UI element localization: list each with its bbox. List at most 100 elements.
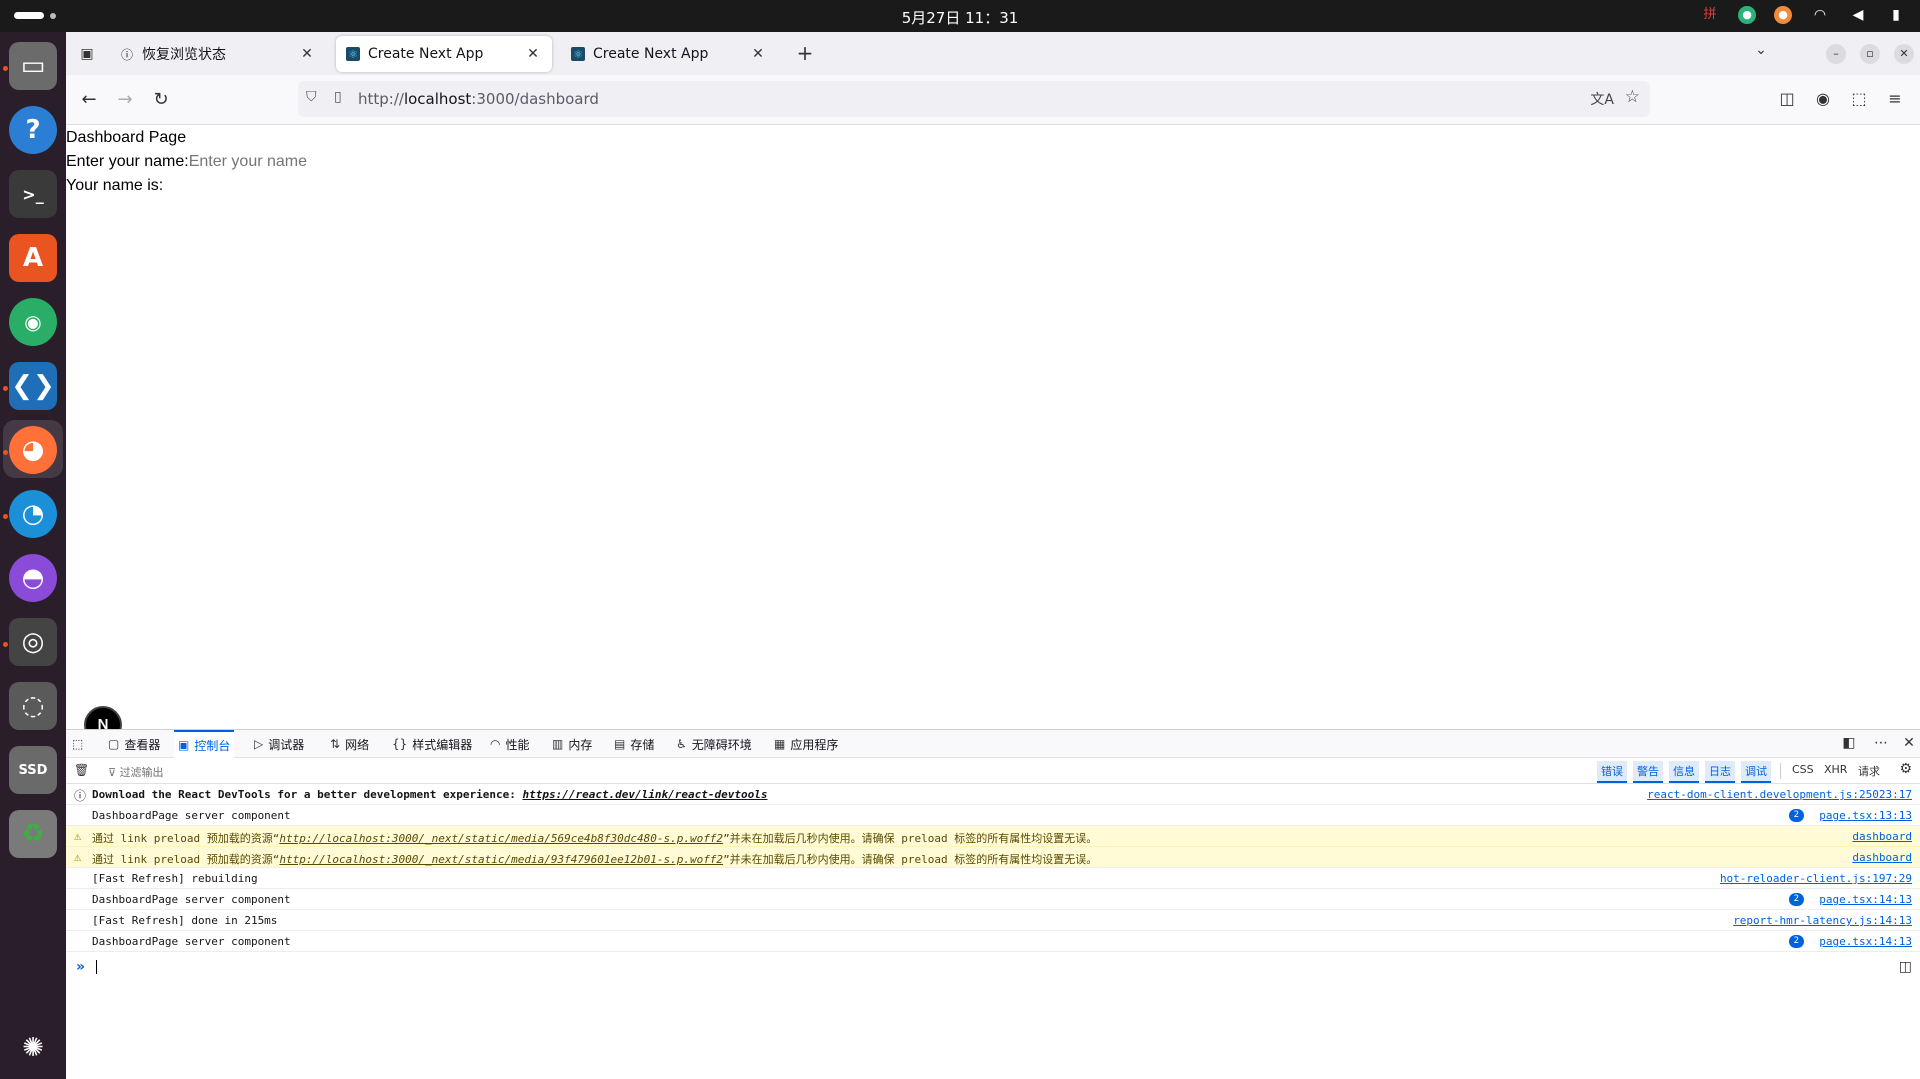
ssd-drive-icon[interactable]: SSD xyxy=(9,746,57,794)
forward-arrow-icon[interactable]: → xyxy=(112,87,138,113)
page-icon[interactable]: ▯ xyxy=(334,89,342,105)
message-source-link[interactable]: page.tsx:14:13 xyxy=(1819,935,1912,948)
url-text[interactable]: http://localhost:3000/dashboard xyxy=(358,90,599,108)
webcam-icon[interactable]: ◎ xyxy=(9,618,57,666)
message-link[interactable]: http://localhost:3000/_next/static/media… xyxy=(279,853,723,866)
message-source-link[interactable]: report-hmr-latency.js:14:13 xyxy=(1733,914,1912,927)
translate-icon[interactable]: 文A xyxy=(1590,89,1614,109)
back-arrow-icon[interactable]: ← xyxy=(76,87,102,113)
tray-app-icon[interactable]: ● xyxy=(1738,6,1756,24)
reload-icon[interactable]: ↻ xyxy=(148,87,174,113)
level-debug[interactable]: 调试 xyxy=(1741,761,1771,783)
console-warning: ⚠ 通过 link preload 预加载的资源“http://localhos… xyxy=(66,847,1920,868)
message-source-link[interactable]: page.tsx:14:13 xyxy=(1819,893,1912,906)
tab-title: Create Next App xyxy=(368,46,484,62)
console-message: [Fast Refresh] rebuilding hot-reloader-c… xyxy=(66,868,1920,889)
volume-icon[interactable]: ◀ xyxy=(1848,5,1868,25)
gear-icon[interactable]: ⚙ xyxy=(1899,761,1912,777)
url-bar[interactable]: ⛉ ▯ http://localhost:3000/dashboard 文A ☆ xyxy=(298,81,1650,117)
tab-create-next-app[interactable]: ⚛ Create Next App ✕ xyxy=(561,36,777,72)
message-link[interactable]: http://localhost:3000/_next/static/media… xyxy=(279,832,723,845)
account-icon[interactable]: ◉ xyxy=(1812,89,1834,108)
message-source-link[interactable]: dashboard xyxy=(1852,851,1912,864)
level-info[interactable]: 信息 xyxy=(1669,761,1699,783)
system-clock[interactable]: 5月27日 11：31 xyxy=(0,7,1920,28)
tab-storage[interactable]: ▤ 存储 xyxy=(610,730,658,758)
message-source-link[interactable]: hot-reloader-client.js:197:29 xyxy=(1720,872,1912,885)
wifi-icon[interactable]: ◠ xyxy=(1810,5,1830,25)
level-log[interactable]: 日志 xyxy=(1705,761,1735,783)
tab-application[interactable]: ▦ 应用程序 xyxy=(770,730,842,758)
level-error[interactable]: 错误 xyxy=(1597,761,1627,783)
name-input[interactable] xyxy=(188,153,369,171)
bookmark-star-icon[interactable]: ☆ xyxy=(1625,87,1640,107)
shield-icon[interactable]: ⛉ xyxy=(306,89,317,105)
close-icon[interactable]: ✕ xyxy=(749,46,767,62)
files-icon[interactable]: ▭ xyxy=(9,42,57,90)
tab-network[interactable]: ⇅ 网络 xyxy=(326,730,373,758)
show-apps-icon[interactable]: ✺ xyxy=(9,1024,57,1072)
tab-title: Create Next App xyxy=(593,46,709,62)
accessibility-icon: ♿ xyxy=(676,737,687,751)
battery-icon[interactable]: ▮ xyxy=(1886,5,1906,25)
repeat-count-badge: 2 xyxy=(1788,809,1804,822)
menu-icon[interactable]: ≡ xyxy=(1884,89,1906,108)
tab-debugger[interactable]: ▷ 调试器 xyxy=(250,730,308,758)
close-devtools-icon[interactable]: ✕ xyxy=(1900,735,1918,751)
firefox-icon[interactable]: ◕ xyxy=(9,426,57,474)
tab-style-editor[interactable]: {} 样式编辑器 xyxy=(388,730,476,758)
element-picker-icon[interactable]: ⬚ xyxy=(68,730,87,758)
message-source-link[interactable]: page.tsx:13:13 xyxy=(1819,809,1912,822)
help-icon[interactable]: ? xyxy=(9,106,57,154)
editor-mode-icon[interactable]: ◫ xyxy=(1899,959,1912,975)
wechat-icon[interactable]: ◉ xyxy=(9,298,57,346)
clear-console-icon[interactable]: 🗑 xyxy=(74,763,89,777)
tab-list-icon[interactable]: ▣ xyxy=(74,41,100,67)
maximize-button[interactable]: ▫ xyxy=(1860,44,1880,64)
level-warning[interactable]: 警告 xyxy=(1633,761,1663,783)
filter-xhr[interactable]: XHR xyxy=(1824,763,1847,776)
filter-output-input[interactable]: ⊽ 过滤输出 xyxy=(108,764,164,780)
message-pre: 通过 link preload 预加载的资源“ xyxy=(92,832,280,845)
vscode-icon[interactable]: ❮❯ xyxy=(9,362,57,410)
filter-requests[interactable]: 请求 xyxy=(1858,763,1880,779)
message-post: ”并未在加载后几秒内使用。请确保 preload 标签的所有属性均设置无误。 xyxy=(723,853,1098,866)
tab-create-next-app-active[interactable]: ⚛ Create Next App ✕ xyxy=(336,36,552,72)
app-center-icon[interactable]: A xyxy=(9,234,57,282)
message-link[interactable]: https://react.dev/link/react-devtools xyxy=(522,788,767,801)
message-source-link[interactable]: react-dom-client.development.js:25023:17 xyxy=(1647,788,1912,801)
page-title: Dashboard Page xyxy=(66,129,187,146)
tab-inspector[interactable]: ▢ 查看器 xyxy=(104,730,164,758)
pocket-icon[interactable]: ◫ xyxy=(1776,89,1798,108)
tab-accessibility[interactable]: ♿ 无障碍环境 xyxy=(672,730,756,758)
cat-app-icon[interactable]: ◓ xyxy=(9,554,57,602)
edge-icon[interactable]: ◔ xyxy=(9,490,57,538)
extensions-icon[interactable]: ⬚ xyxy=(1848,89,1870,108)
more-options-icon[interactable]: ⋯ xyxy=(1872,735,1890,751)
close-icon[interactable]: ✕ xyxy=(298,46,316,62)
close-window-button[interactable]: ✕ xyxy=(1894,44,1914,64)
chevron-down-icon[interactable]: ⌄ xyxy=(1750,42,1772,64)
terminal-icon[interactable]: >_ xyxy=(9,170,57,218)
tab-console[interactable]: ▣ 控制台 xyxy=(174,730,235,758)
close-icon[interactable]: ✕ xyxy=(524,46,542,62)
running-indicator xyxy=(3,66,8,71)
braces-icon: {} xyxy=(392,737,408,751)
tab-restore-session[interactable]: ⓘ 恢复浏览状态 ✕ xyxy=(110,36,326,72)
console-message: DashboardPage server component 2 page.ts… xyxy=(66,889,1920,910)
tab-bar: ▣ ⓘ 恢复浏览状态 ✕ ⚛ Create Next App ✕ ⚛ Creat… xyxy=(66,32,1920,75)
new-tab-button[interactable]: + xyxy=(794,42,816,64)
tab-performance[interactable]: ◠ 性能 xyxy=(486,730,534,758)
console-input[interactable]: » ◫ xyxy=(66,955,1920,979)
tab-memory[interactable]: ▥ 内存 xyxy=(548,730,596,758)
dock-side-icon[interactable]: ◧ xyxy=(1840,735,1858,751)
filter-css[interactable]: CSS xyxy=(1792,763,1814,776)
input-method-indicator[interactable]: 拼 xyxy=(1700,5,1720,25)
warning-icon: ⚠ xyxy=(74,829,82,843)
message-source-link[interactable]: dashboard xyxy=(1852,830,1912,843)
minimize-button[interactable]: – xyxy=(1826,44,1846,64)
console-message: DashboardPage server component 2 page.ts… xyxy=(66,805,1920,826)
trash-icon[interactable]: ♻ xyxy=(9,810,57,858)
disc-icon[interactable]: ◌ xyxy=(9,682,57,730)
tray-cat-icon[interactable]: ● xyxy=(1774,6,1792,24)
